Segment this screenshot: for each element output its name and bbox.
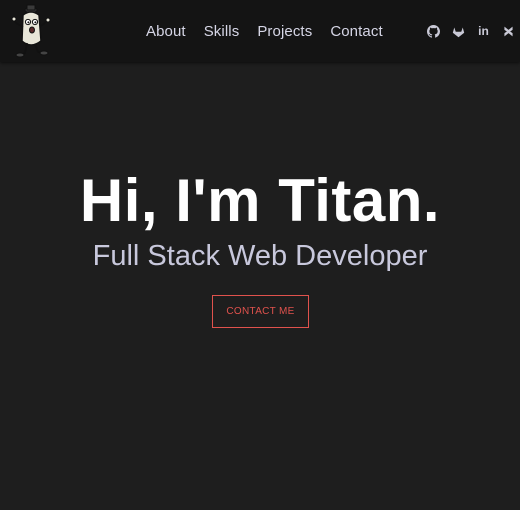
contact-me-button[interactable]: CONTACT ME: [212, 295, 309, 328]
codepen-icon-graphic: [504, 26, 513, 36]
mascot-illustration: [11, 4, 51, 58]
navbar: About Skills Projects Contact in: [0, 0, 520, 62]
hero-title: Hi, I'm Titan.: [79, 167, 441, 234]
nav-links: About Skills Projects Contact: [146, 0, 401, 62]
social-links: in: [426, 0, 520, 62]
gitlab-icon[interactable]: [451, 24, 466, 39]
hero-subtitle: Full Stack Web Developer: [92, 240, 428, 272]
nav-link-contact[interactable]: Contact: [330, 23, 382, 40]
gitlab-icon-graphic: [452, 26, 465, 37]
page: About Skills Projects Contact in Hi, I'm…: [0, 0, 520, 510]
nav-link-skills[interactable]: Skills: [204, 23, 240, 40]
nav-link-projects[interactable]: Projects: [257, 23, 312, 40]
github-icon[interactable]: [426, 24, 441, 39]
nav-link-about[interactable]: About: [146, 23, 186, 40]
logo-mascot-icon[interactable]: [11, 3, 53, 59]
linkedin-icon[interactable]: in: [476, 24, 491, 39]
linkedin-icon-text: in: [478, 23, 489, 38]
github-icon-graphic: [427, 24, 440, 38]
codepen-icon[interactable]: [501, 24, 516, 39]
